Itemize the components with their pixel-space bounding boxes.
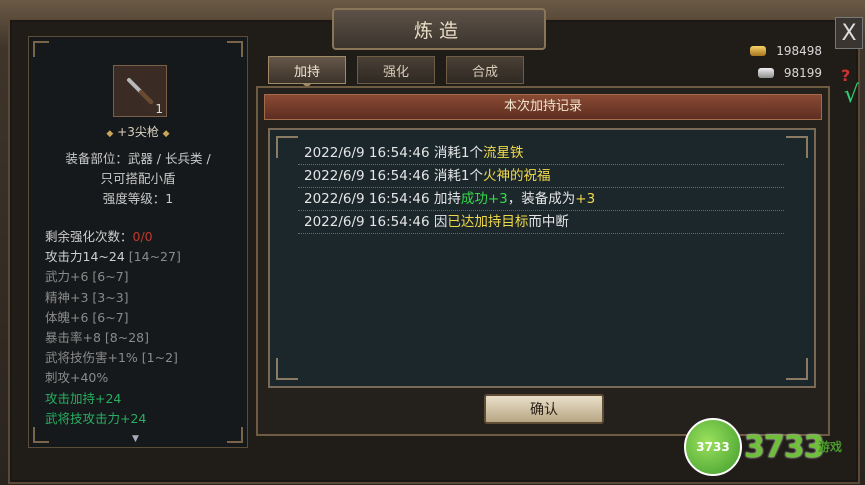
window-title: 炼造 (332, 8, 546, 50)
item-name: ◆ +3尖枪 ◆ (29, 123, 247, 140)
tab-bless[interactable]: 加持 (268, 56, 346, 84)
watermark-text: 3733 (744, 430, 824, 465)
panel-corner-ornament (33, 41, 49, 57)
stat-skill-attack: 武将技攻击力+24 (45, 410, 147, 426)
watermark-sub: 游戏 (818, 440, 843, 454)
confirm-button[interactable]: 确认 (484, 394, 604, 424)
item-count: 1 (155, 102, 163, 116)
desc-line: 只可搭配小盾 (100, 171, 176, 186)
stat-attack: 攻击力14~24 [14~27] (45, 249, 181, 265)
stat-spirit: 精神+3 [3~3] (45, 289, 129, 305)
scroll-down-icon[interactable]: ▼ (132, 434, 139, 444)
item-slot[interactable]: 1 (113, 65, 167, 117)
record-row: 2022/6/9 16:54:46 因已达加持目标而中断 (298, 211, 784, 234)
panel-corner-ornament (227, 41, 243, 57)
box-corner-ornament (276, 136, 298, 158)
panel-corner-ornament (227, 427, 243, 443)
item-stats: 剩余强化次数：0/0 攻击力14~24 [14~27] 武力+6 [6~7] 精… (45, 227, 181, 429)
stat-attack-bonus: 攻击加持+24 (45, 390, 122, 406)
diamond-icon: ◆ (106, 129, 114, 139)
record-list: 2022/6/9 16:54:46 消耗1个流星铁 2022/6/9 16:54… (268, 128, 816, 388)
box-corner-ornament (786, 136, 808, 158)
box-corner-ornament (276, 358, 298, 380)
silver-counter: 98199 (722, 65, 822, 81)
item-info-panel: 1 ◆ +3尖枪 ◆ 装备部位：武器 / 长兵类 / 只可搭配小盾 强度等级：1… (28, 36, 248, 448)
close-icon: X (841, 20, 857, 46)
bless-record-dialog: 本次加持记录 2022/6/9 16:54:46 消耗1个流星铁 2022/6/… (256, 86, 830, 436)
record-row: 2022/6/9 16:54:46 加持成功+3，装备成为+3 (298, 188, 784, 211)
watermark-logo: 3733 (684, 418, 742, 476)
diamond-icon: ◆ (162, 129, 170, 139)
records: 2022/6/9 16:54:46 消耗1个流星铁 2022/6/9 16:54… (298, 142, 784, 234)
spear-icon (127, 78, 153, 104)
close-button[interactable]: X (835, 17, 863, 49)
panel-corner-ornament (33, 427, 49, 443)
dialog-title: 本次加持记录 (264, 94, 822, 120)
desc-line: 强度等级：1 (102, 191, 174, 206)
stat-remaining: 剩余强化次数：0/0 (45, 229, 153, 244)
stat-pierce: 刺攻+40% (45, 370, 109, 386)
gold-counter: 198498 (722, 43, 822, 59)
record-row: 2022/6/9 16:54:46 消耗1个火神的祝福 (298, 165, 784, 188)
item-description: 装备部位：武器 / 长兵类 / 只可搭配小盾 强度等级：1 (39, 149, 237, 209)
box-corner-ornament (786, 358, 808, 380)
gold-ingot-icon (750, 46, 767, 56)
silver-ingot-icon (757, 68, 774, 78)
record-row: 2022/6/9 16:54:46 消耗1个流星铁 (298, 142, 784, 165)
silver-amount: 98199 (783, 66, 822, 80)
gold-amount: 198498 (776, 44, 822, 58)
desc-line: 装备部位：武器 / 长兵类 / (65, 151, 211, 166)
stat-crit: 暴击率+8 [8~28] (45, 330, 150, 346)
stat-force: 武力+6 [6~7] (45, 269, 129, 285)
tab-enhance[interactable]: 强化 (357, 56, 435, 84)
item-name-text: +3尖枪 (117, 125, 159, 139)
tab-combine[interactable]: 合成 (446, 56, 524, 84)
stat-skill-damage: 武将技伤害+1% [1~2] (45, 350, 178, 366)
stat-physique: 体魄+6 [6~7] (45, 309, 129, 325)
check-icon: √ (843, 80, 859, 108)
